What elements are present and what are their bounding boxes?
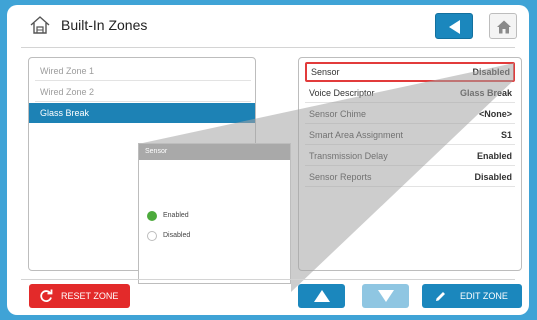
footer-divider [21, 279, 515, 280]
arrow-down-icon [378, 290, 394, 302]
move-up-button[interactable] [298, 284, 345, 308]
reset-arrow-icon [40, 289, 53, 302]
radio-label: Enabled [163, 212, 189, 219]
radio-label: Disabled [163, 232, 191, 239]
edit-zone-label: EDIT ZONE [460, 291, 508, 301]
popup-title: Sensor [139, 144, 290, 160]
edit-zone-button[interactable]: EDIT ZONE [422, 284, 522, 308]
arrow-up-icon [314, 290, 330, 302]
reset-zone-label: RESET ZONE [61, 291, 119, 301]
sensor-popup: Sensor Enabled Disabled [138, 143, 291, 284]
radio-unselected-icon [147, 231, 157, 241]
move-down-button[interactable] [362, 284, 409, 308]
pencil-icon [436, 292, 445, 301]
reset-zone-button[interactable]: RESET ZONE [29, 284, 130, 308]
radio-selected-icon [147, 211, 157, 221]
main-panel: Built-In Zones Wired Zone 1 Wired Zone 2… [7, 5, 529, 315]
